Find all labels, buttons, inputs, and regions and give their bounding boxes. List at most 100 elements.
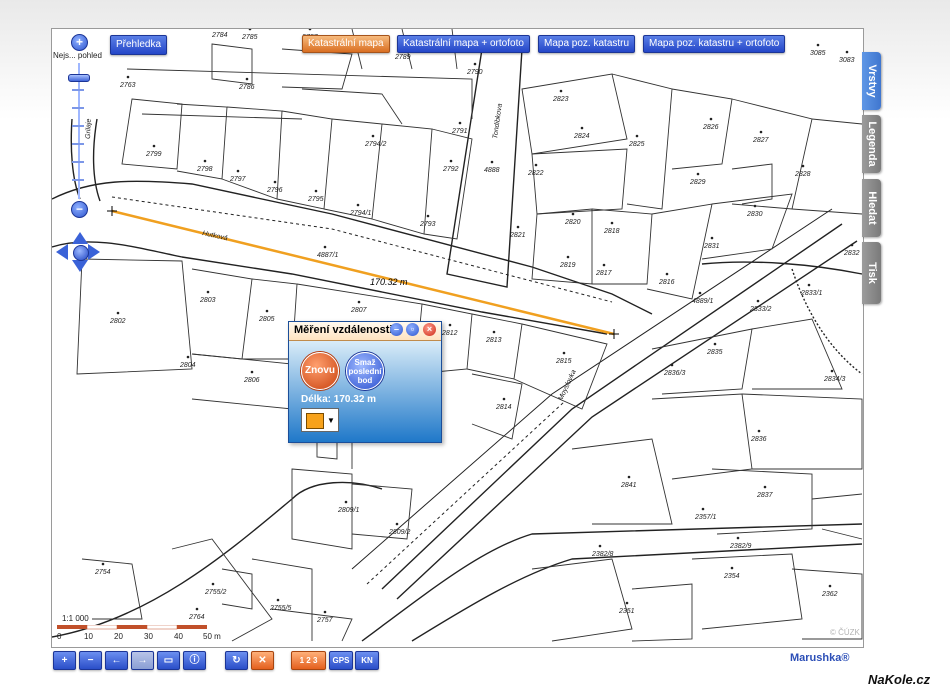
copyright: © ČÚZK bbox=[830, 628, 860, 637]
parcel-marker bbox=[323, 245, 327, 249]
overview-button[interactable]: Přehledka bbox=[110, 35, 168, 55]
numbering-button[interactable]: 1 2 3 bbox=[291, 651, 326, 670]
zoom-tick bbox=[72, 125, 84, 127]
parcel-number: 2804 bbox=[179, 362, 196, 369]
pan-right-arrow-icon[interactable] bbox=[88, 244, 100, 260]
parcel-marker bbox=[709, 117, 713, 121]
parcel-marker bbox=[186, 355, 190, 359]
parcel-labels: 2784278527872789279027632786279927982797… bbox=[94, 29, 860, 624]
parcel-marker bbox=[371, 134, 375, 138]
parcel-marker bbox=[356, 203, 360, 207]
dialog-title: Měření vzdálenosti bbox=[294, 324, 393, 336]
line-color-picker[interactable]: ▼ bbox=[301, 408, 339, 432]
parcel-marker bbox=[236, 169, 240, 173]
layer-land-register-button[interactable]: Mapa poz. katastru bbox=[538, 35, 636, 53]
parcel-marker bbox=[566, 255, 570, 259]
parcel-marker bbox=[756, 299, 760, 303]
kn-button[interactable]: KN bbox=[355, 651, 379, 670]
parcel-number: 2835 bbox=[706, 349, 723, 356]
pan-center-icon[interactable] bbox=[73, 245, 89, 261]
minimize-icon[interactable]: – bbox=[390, 323, 403, 336]
parcel-marker bbox=[736, 536, 740, 540]
tab-print[interactable]: Tisk bbox=[862, 242, 881, 304]
layer-cadastral-ortho-button[interactable]: Katastrální mapa + ortofoto bbox=[397, 35, 530, 53]
parcel-marker bbox=[426, 214, 430, 218]
close-icon[interactable]: × bbox=[423, 323, 436, 336]
parcel-marker bbox=[195, 607, 199, 611]
clear-icon[interactable]: ✕ bbox=[251, 651, 274, 670]
zoom-in-button[interactable]: + bbox=[71, 34, 88, 51]
parcel-number: 2357/1 bbox=[694, 514, 717, 521]
parcel-number: 2794/2 bbox=[364, 141, 387, 148]
parcel-number: 2830 bbox=[746, 211, 763, 218]
zoom-out-button[interactable]: − bbox=[71, 201, 88, 218]
measurement-line: 170.32 m bbox=[107, 206, 619, 339]
parcel-number: 4887/1 bbox=[317, 252, 339, 259]
parcel-marker bbox=[344, 500, 348, 504]
svg-text:Moyslovka: Moyslovka bbox=[557, 369, 577, 402]
parcel-marker bbox=[245, 77, 249, 81]
parcel-number: 2795 bbox=[307, 196, 324, 203]
parcel-marker bbox=[490, 160, 494, 164]
parcel-marker bbox=[713, 342, 717, 346]
scale-ratio: 1:1 000 bbox=[62, 614, 89, 623]
map-viewport[interactable]: 170.32 m Hutková Moyslovka Tondibkova Gr… bbox=[51, 28, 864, 648]
parcel-number: 2832 bbox=[843, 250, 860, 257]
pan-down-arrow-icon[interactable] bbox=[72, 260, 88, 272]
parcel-number: 2818 bbox=[603, 228, 620, 235]
layer-land-register-ortho-button[interactable]: Mapa poz. katastru + ortofoto bbox=[643, 35, 786, 53]
parcel-marker bbox=[248, 29, 252, 31]
zoom-tick bbox=[72, 179, 84, 181]
gps-button[interactable]: GPS bbox=[329, 651, 353, 670]
dialog-titlebar[interactable]: Měření vzdálenosti – ▫ × bbox=[289, 322, 441, 341]
pan-up-arrow-icon[interactable] bbox=[72, 232, 88, 244]
back-arrow-icon[interactable]: ← bbox=[105, 651, 128, 670]
parcel-number: 2786 bbox=[238, 84, 255, 91]
parcel-number: 2797 bbox=[229, 176, 247, 183]
parcel-number: 4888 bbox=[484, 167, 500, 174]
parcel-marker bbox=[395, 522, 399, 526]
full-extent-icon[interactable]: ▭ bbox=[157, 651, 180, 670]
parcel-marker bbox=[580, 126, 584, 130]
site-watermark: NaKole.cz bbox=[868, 672, 931, 687]
zoom-tick bbox=[72, 161, 84, 163]
parcel-marker bbox=[502, 397, 506, 401]
tab-legend[interactable]: Legenda bbox=[862, 115, 881, 173]
parcel-number: 2827 bbox=[752, 137, 770, 144]
measure-distance-dialog[interactable]: Měření vzdálenosti – ▫ × Znovu Smaž posl… bbox=[288, 321, 442, 443]
forward-arrow-icon[interactable]: → bbox=[131, 651, 154, 670]
parcel-marker bbox=[203, 159, 207, 163]
parcel-number: 2813 bbox=[485, 337, 502, 344]
parcel-marker bbox=[602, 263, 606, 267]
parcel-number: 2836/3 bbox=[663, 370, 686, 377]
parcel-number: 2791 bbox=[451, 128, 468, 135]
parcel-number: 2806 bbox=[243, 377, 260, 384]
pan-left-arrow-icon[interactable] bbox=[56, 244, 68, 260]
parcel-marker bbox=[807, 283, 811, 287]
tab-search[interactable]: Hledat bbox=[862, 179, 881, 237]
zoom-out-tool-icon[interactable]: − bbox=[79, 651, 102, 670]
parcel-number: 2823 bbox=[552, 96, 569, 103]
parcel-marker bbox=[571, 212, 575, 216]
cadastral-map[interactable]: 170.32 m Hutková Moyslovka Tondibkova Gr… bbox=[52, 29, 863, 647]
zoom-slider-handle[interactable] bbox=[68, 74, 90, 82]
scale-tick-label: 40 bbox=[174, 632, 183, 641]
parcel-number: 2362 bbox=[821, 591, 838, 598]
info-icon[interactable]: ⓘ bbox=[183, 651, 206, 670]
layer-cadastral-button[interactable]: Katastrální mapa bbox=[302, 35, 390, 53]
tab-layers[interactable]: Vrstvy bbox=[862, 52, 881, 110]
measure-again-button[interactable]: Znovu bbox=[301, 352, 339, 390]
refresh-icon[interactable]: ↻ bbox=[225, 651, 248, 670]
zoom-in-tool-icon[interactable]: + bbox=[53, 651, 76, 670]
line-color-swatch bbox=[306, 413, 324, 429]
parcel-number: 2754 bbox=[94, 569, 111, 576]
parcel-number: 2764 bbox=[188, 614, 205, 621]
parcel-number: 2819 bbox=[559, 262, 576, 269]
pan-control[interactable] bbox=[56, 232, 104, 272]
parcel-number: 2812 bbox=[441, 330, 458, 337]
parcel-marker bbox=[598, 544, 602, 548]
scale-tick-label: 50 m bbox=[203, 632, 221, 641]
parcel-number: 2351 bbox=[618, 608, 635, 615]
restore-icon[interactable]: ▫ bbox=[406, 323, 419, 336]
delete-last-point-button[interactable]: Smaž poslední bod bbox=[346, 352, 384, 390]
